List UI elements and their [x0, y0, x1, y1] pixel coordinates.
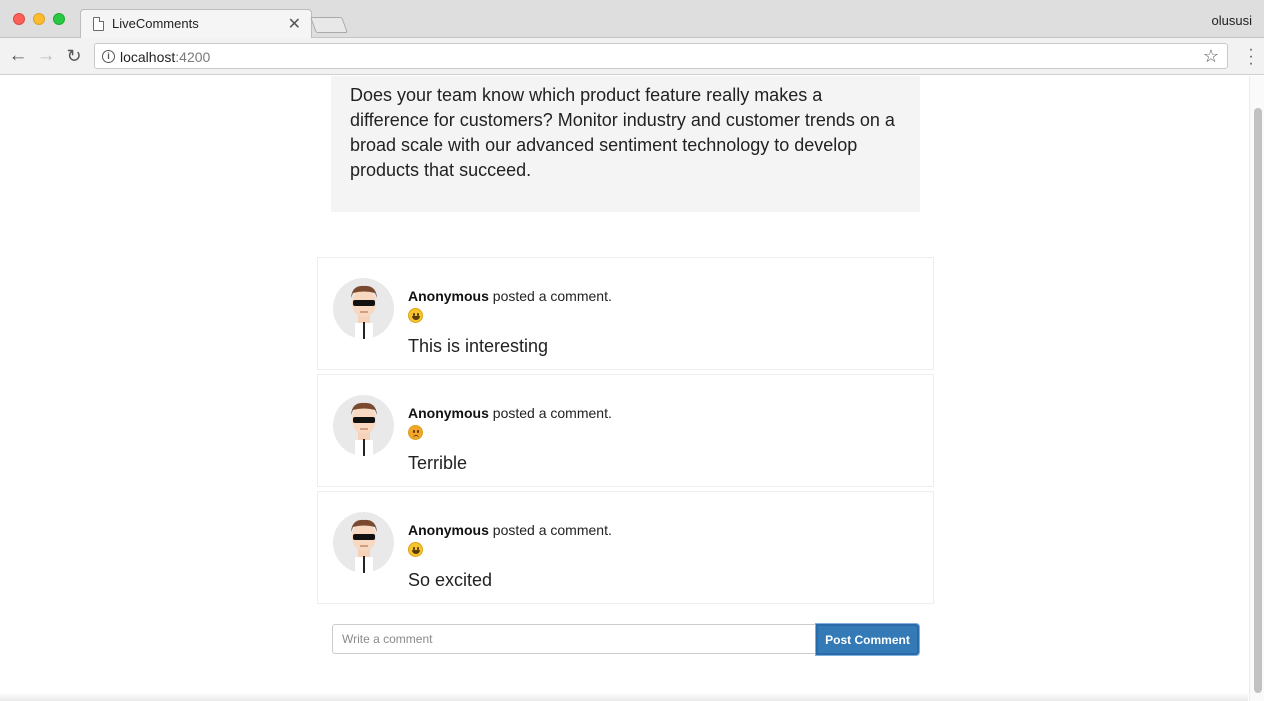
comment-action: posted a comment.: [488, 405, 612, 421]
bookmark-star-icon[interactable]: ☆: [1203, 46, 1219, 67]
comment-author: Anonymous: [408, 288, 489, 304]
url-text[interactable]: localhost:4200: [120, 49, 210, 65]
comment-body: So excited: [408, 570, 493, 590]
intro-panel: Does your team know which product featur…: [331, 76, 920, 212]
page-bottom-edge: [0, 693, 1248, 701]
back-arrow-icon[interactable]: ←: [7, 45, 29, 67]
page-icon: [93, 17, 104, 31]
maximize-window-button[interactable]: [53, 13, 65, 25]
new-tab-button[interactable]: [310, 17, 348, 33]
avatar-illustration: [351, 519, 377, 573]
avatar: [333, 512, 394, 573]
forward-arrow-icon[interactable]: →: [35, 45, 57, 67]
scrollbar[interactable]: [1249, 76, 1264, 701]
comment-author: Anonymous: [408, 405, 489, 421]
happy-emoji-icon: [408, 542, 423, 557]
info-icon[interactable]: i: [102, 50, 115, 63]
comment-header: Anonymous posted a comment.: [408, 405, 612, 421]
comment-card: Anonymous posted a comment. This is inte…: [317, 257, 934, 370]
comment-author: Anonymous: [408, 522, 489, 538]
comment-list: Anonymous posted a comment. This is inte…: [317, 257, 934, 608]
comment-action: posted a comment.: [488, 522, 612, 538]
browser-tab[interactable]: LiveComments ✕: [80, 9, 312, 39]
profile-name[interactable]: olususi: [1212, 13, 1252, 28]
comment-action: posted a comment.: [488, 288, 612, 304]
comment-header: Anonymous posted a comment.: [408, 288, 612, 304]
post-comment-button[interactable]: Post Comment: [816, 624, 919, 655]
browser-tab-bar: LiveComments ✕ olususi: [0, 0, 1264, 39]
comment-body: This is interesting: [408, 336, 549, 356]
close-tab-icon[interactable]: ✕: [288, 14, 301, 34]
address-bar[interactable]: i localhost:4200 ☆: [94, 43, 1228, 69]
tab-title: LiveComments: [112, 16, 199, 31]
happy-emoji-icon: [408, 308, 423, 323]
minimize-window-button[interactable]: [33, 13, 45, 25]
comment-card: Anonymous posted a comment. So excited: [317, 491, 934, 604]
url-host: localhost: [120, 49, 176, 65]
comment-body: Terrible: [408, 453, 468, 473]
comment-header: Anonymous posted a comment.: [408, 522, 612, 538]
page-viewport: Does your team know which product featur…: [0, 76, 1264, 701]
browser-menu-icon[interactable]: · · ·: [1248, 42, 1254, 72]
scrollbar-thumb[interactable]: [1254, 108, 1262, 693]
comment-input[interactable]: [332, 624, 816, 654]
avatar: [333, 395, 394, 456]
close-window-button[interactable]: [13, 13, 25, 25]
comment-form: Post Comment: [332, 624, 919, 655]
avatar-illustration: [351, 402, 377, 456]
avatar-illustration: [351, 285, 377, 339]
intro-text: Does your team know which product featur…: [350, 85, 895, 180]
reload-icon[interactable]: ↻: [63, 45, 85, 67]
comment-card: Anonymous posted a comment. Terrible: [317, 374, 934, 487]
avatar: [333, 278, 394, 339]
browser-toolbar: ← → ↻ i localhost:4200 ☆ · · ·: [0, 38, 1264, 75]
url-port: :4200: [175, 49, 211, 65]
angry-emoji-icon: [408, 425, 423, 440]
